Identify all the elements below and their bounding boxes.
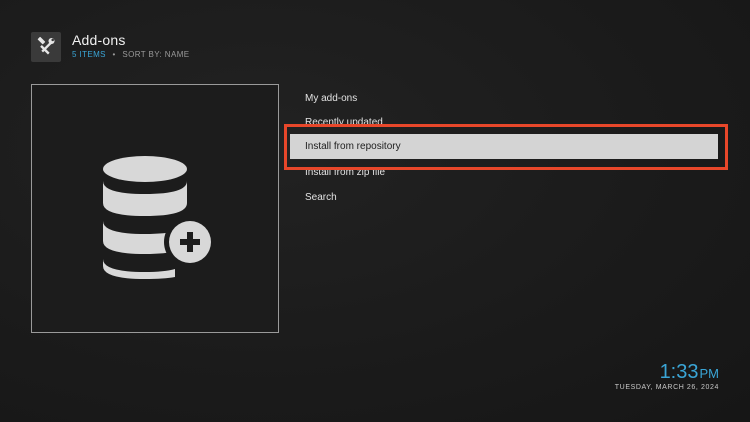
clock-ampm: PM [699, 366, 720, 381]
menu-item-label: My add-ons [305, 93, 358, 104]
menu-item-label: Recently updated [305, 117, 383, 128]
list-summary: 5 ITEMS • SORT BY: NAME [72, 50, 190, 59]
clock-date: TUESDAY, MARCH 26, 2024 [614, 384, 719, 391]
menu-item-label: Search [305, 192, 337, 203]
menu-item-install-from-repository[interactable]: Install from repository [290, 134, 718, 159]
sort-label: SORT BY: NAME [122, 50, 190, 59]
clock: 1:33PM [660, 361, 719, 384]
database-add-icon [103, 156, 216, 279]
tools-icon [31, 32, 61, 62]
page-title: Add-ons [72, 32, 126, 48]
menu-item-install-from-zip[interactable]: Install from zip file [288, 160, 718, 185]
menu-item-label: Install from zip file [305, 167, 386, 178]
addon-thumbnail [31, 84, 279, 333]
menu-item-label: Install from repository [305, 141, 401, 152]
menu-item-search[interactable]: Search [288, 185, 718, 210]
clock-time: 1:33 [659, 361, 699, 383]
menu-item-my-addons[interactable]: My add-ons [288, 86, 718, 111]
menu-item-recently-updated[interactable]: Recently updated [288, 110, 718, 135]
item-count: 5 ITEMS [72, 50, 106, 59]
summary-separator: • [112, 50, 116, 59]
